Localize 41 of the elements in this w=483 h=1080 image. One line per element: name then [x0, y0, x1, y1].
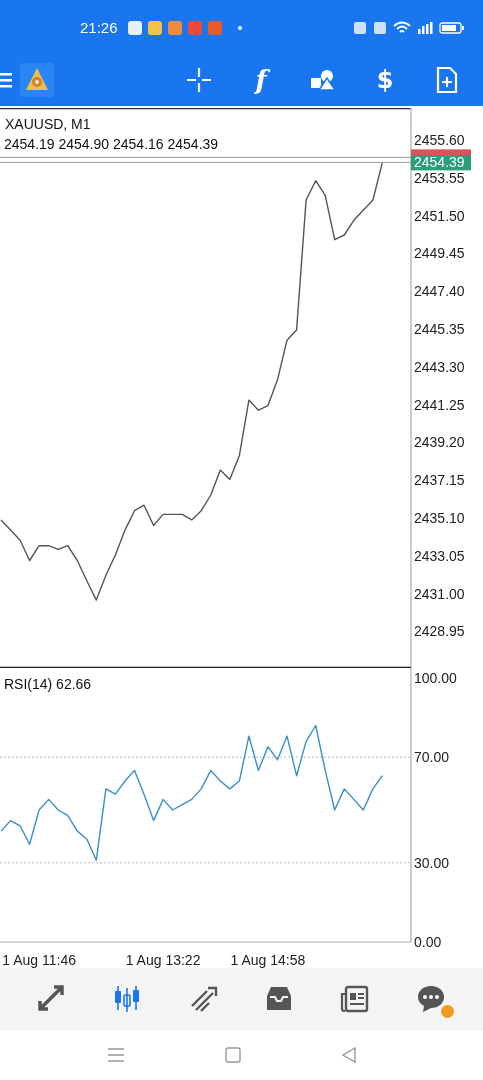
- wifi-icon: [393, 20, 411, 35]
- axis-label: 2433.05: [414, 547, 465, 564]
- time-label: 1 Aug 13:22: [125, 952, 201, 968]
- function-button[interactable]: f: [241, 61, 281, 98]
- axis-label: 100.00: [414, 670, 457, 686]
- axis-label: 2439.20: [414, 434, 465, 451]
- more-notifications-icon: [237, 25, 242, 30]
- back-icon[interactable]: [340, 1047, 357, 1063]
- chat-bubble-icon: [416, 984, 447, 1014]
- axis-label: 2437.15: [414, 472, 465, 489]
- newspaper-icon: [340, 984, 371, 1014]
- axis-label: 2443.30: [414, 358, 465, 375]
- axis-label: 30.00: [414, 854, 450, 871]
- home-icon[interactable]: [224, 1047, 241, 1063]
- signal-icon: [417, 20, 433, 35]
- axis-label: 0.00: [414, 934, 442, 950]
- time-label: 1 Aug 14:58: [230, 952, 306, 968]
- axis-label: 2445.35: [414, 321, 465, 338]
- sim-card-icon: [353, 20, 367, 35]
- axis-label: 2441.25: [414, 396, 465, 413]
- sim-card-icon: [373, 20, 387, 35]
- axis-label: 70.00: [414, 749, 450, 766]
- app-logo-icon[interactable]: [20, 62, 54, 97]
- axis-label: 2453.55: [414, 169, 465, 186]
- axis-label: 2455.60: [414, 132, 465, 149]
- quotes-arrows-icon: [36, 984, 67, 1014]
- bid-price-label: 2454.39: [411, 154, 471, 171]
- axis-label: 2428.95: [414, 623, 465, 640]
- menu-icon[interactable]: [0, 70, 12, 89]
- axis-label: 2435.10: [414, 510, 465, 527]
- axis-label: 2451.50: [414, 207, 465, 224]
- axis-label: 2431.00: [414, 585, 465, 602]
- ohlc-quote: 2454.19 2454.90 2454.16 2454.39: [4, 136, 219, 152]
- time-label: 1 Aug 11:46: [2, 952, 76, 968]
- trade-button[interactable]: $: [365, 61, 405, 98]
- clock-time: 21:26: [80, 19, 118, 36]
- battery-icon: [439, 20, 465, 35]
- axis-label: 2449.45: [414, 245, 465, 262]
- symbol-label: XAUUSD, M1: [5, 116, 91, 132]
- indicator-label: RSI(14) 62.66: [4, 676, 92, 692]
- axis-label: 2447.40: [414, 283, 465, 300]
